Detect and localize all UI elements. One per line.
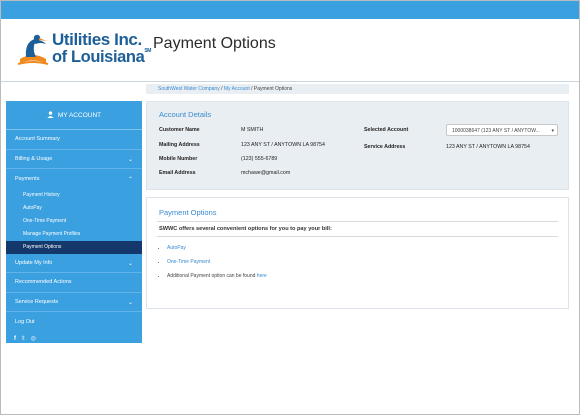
chevron-down-icon: ⌄ [127,156,133,163]
one-time-payment-link[interactable]: One-Time Payment [167,259,210,265]
sidebar-subitem-one-time-payment[interactable]: One-Time Payment [6,215,142,228]
customer-name-value: M SMITH [241,127,264,133]
service-address-value: 123 ANY ST / ANYTOWN LA 98754 [446,144,530,150]
breadcrumb-current: Payment Options [253,86,293,92]
email-address-label: Email Address [159,170,196,176]
customer-name-label: Customer Name [159,127,200,133]
payment-options-list: AutoPay One-Time Payment Additional Paym… [159,245,267,287]
sidebar-item-label: Recommended Actions [15,279,72,286]
instagram-icon[interactable]: ◎ [31,335,36,342]
sidebar-item-label: Billing & Usage [15,155,53,162]
list-item: AutoPay [167,245,267,259]
sidebar-item-label: Service Requests [15,298,59,305]
sidebar-item-label: Update My Info [15,259,53,266]
payment-options-intro: SWWC offers several convenient options f… [159,226,332,232]
social-links: f 𝕥 ◎ [6,332,142,346]
breadcrumb-my-account[interactable]: My Account [224,86,250,92]
logo-line-2: of LouisianaSM [52,48,151,67]
selected-account-dropdown[interactable]: 1000038647 (123 ANY ST / ANYTOW... ▾ [446,124,558,136]
page-title: Payment Options [153,35,276,52]
here-link[interactable]: here [257,273,267,279]
additional-options-text: Additional Payment option can be found [167,273,256,279]
sidebar-subitem-payment-options[interactable]: Payment Options [6,240,142,254]
dropdown-caret-icon: ▾ [551,128,554,134]
sidebar-item-update-my-info[interactable]: Update My Info ⌄ [6,254,142,273]
sidebar-item-account-summary[interactable]: Account Summary [6,130,142,150]
sidebar-subitem-autopay[interactable]: AutoPay [6,202,142,215]
facebook-icon[interactable]: f [14,336,16,342]
sidebar-subitem-manage-payment-profiles[interactable]: Manage Payment Profiles [6,228,142,241]
mobile-number-value: (123) 555-6789 [241,156,278,162]
selected-account-value: 1000038647 (123 ANY ST / ANYTOW... [452,128,540,134]
sidebar-item-payments[interactable]: Payments ⌃ [6,169,142,189]
company-logo[interactable]: Utilities Inc. of LouisianaSM [16,29,151,75]
top-bar [1,1,579,19]
logo-line-1: Utilities Inc. [52,30,142,49]
payment-options-title: Payment Options [159,208,217,217]
sidebar-subitem-payment-history[interactable]: Payment History [6,189,142,202]
chevron-up-icon: ⌃ [127,177,133,183]
pelican-logo-icon [17,34,49,65]
mailing-address-value: 123 ANY ST / ANYTOWN LA 98754 [241,142,325,148]
sidebar-item-label: Account Summary [15,136,60,143]
autopay-link[interactable]: AutoPay [167,245,186,251]
chevron-down-icon: ⌄ [127,260,133,267]
breadcrumb: SouthWest Water Company / My Account / P… [146,84,569,94]
divider [157,221,558,222]
sidebar-item-label: Payments [15,175,40,182]
sidebar-item-billing-usage[interactable]: Billing & Usage ⌄ [6,150,142,169]
twitter-icon[interactable]: 𝕥 [22,335,25,342]
sidebar-item-service-requests[interactable]: Service Requests ⌄ [6,293,142,312]
breadcrumb-company[interactable]: SouthWest Water Company [158,86,220,92]
email-address-value: mchawe@gmail.com [241,170,291,176]
service-mark: SM [144,48,152,54]
list-item: One-Time Payment [167,259,267,273]
sidebar-header: MY ACCOUNT [6,101,142,130]
list-item: Additional Payment option can be found h… [167,273,267,287]
chevron-down-icon: ⌄ [127,299,133,306]
user-icon [47,110,54,120]
breadcrumb-separator: / [251,86,253,92]
site-header: Utilities Inc. of LouisianaSM Payment Op… [1,19,579,82]
sidebar-item-label: Log Out [15,318,35,325]
mobile-number-label: Mobile Number [159,156,198,162]
account-sidebar: MY ACCOUNT Account Summary Billing & Usa… [6,101,142,343]
sidebar-item-recommended-actions[interactable]: Recommended Actions [6,273,142,293]
logo-line-2-text: of Louisiana [52,48,145,66]
mailing-address-label: Mailing Address [159,142,200,148]
account-details-panel: Account Details Customer Name M SMITH Ma… [146,101,569,190]
breadcrumb-separator: / [221,86,223,92]
sidebar-title: MY ACCOUNT [57,111,102,119]
account-details-title: Account Details [159,110,212,119]
payment-options-panel: Payment Options SWWC offers several conv… [146,197,569,309]
selected-account-label: Selected Account [364,127,409,133]
sidebar-item-log-out[interactable]: Log Out [6,312,142,332]
divider [157,236,558,237]
service-address-label: Service Address [364,144,406,150]
browser-frame: Utilities Inc. of LouisianaSM Payment Op… [0,0,580,415]
